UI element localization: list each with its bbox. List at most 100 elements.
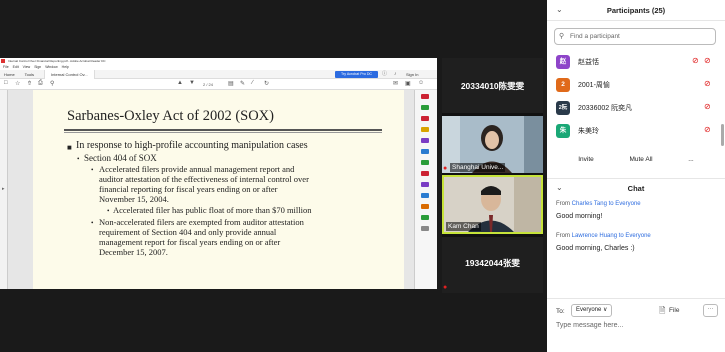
recipient-name[interactable]: Everyone (615, 201, 640, 207)
bullet-level3b-line3: management report for fiscal years endin… (99, 237, 281, 247)
to-label: To: (556, 308, 565, 315)
bullet-level4-text: Accelerated filer has public float of mo… (113, 205, 312, 215)
bullet-l3a: • (91, 166, 94, 174)
user-icon[interactable]: ☺ (418, 80, 424, 86)
page-indicator[interactable]: 2 / 24 (203, 82, 213, 87)
create-icon[interactable]: □ (4, 80, 8, 86)
chat-more-button[interactable]: ··· (703, 304, 718, 317)
recipient-name[interactable]: Everyone (625, 233, 650, 239)
tab-tools[interactable]: Tools (25, 70, 34, 79)
expand-panel-icon[interactable]: ▸ (2, 186, 5, 192)
participants-title: Participants (25) (606, 6, 666, 15)
muted-mic-icon: ⊘ (704, 56, 711, 65)
video-off-icon: ⊘ (692, 56, 699, 65)
pdf-left-rail[interactable]: ▸ (0, 90, 8, 289)
combine-icon[interactable] (421, 138, 429, 143)
help-icon[interactable]: ⓘ (382, 70, 387, 79)
muted-mic-icon: ● (443, 284, 448, 291)
title-underline-thin (64, 132, 382, 133)
to-word: to (618, 233, 624, 239)
fill-sign-icon[interactable] (421, 182, 429, 187)
create-pdf-icon[interactable] (421, 116, 429, 121)
slide-title: Sarbanes-Oxley Act of 2002 (SOX) (67, 108, 274, 124)
tab-home[interactable]: Home (4, 70, 15, 79)
video-tile-1[interactable]: 20334010陈雯雯 (442, 58, 543, 113)
bell-icon[interactable]: ♪ (394, 70, 397, 79)
bullet-l4: • (107, 207, 110, 215)
title-underline (64, 129, 382, 131)
search-icon: ⚲ (559, 33, 565, 40)
avatar: 朱 (556, 124, 570, 138)
bullet-level2-text: Section 404 of SOX (84, 153, 157, 163)
bullet-level3a-line1: Accelerated filers provide annual manage… (99, 164, 295, 174)
more-options-button[interactable]: ... (681, 152, 701, 167)
bookmark-star-icon[interactable]: ☆ (15, 80, 20, 87)
zoom-meeting-screen: Internal Control Over Financial Reportin… (0, 0, 725, 352)
try-pro-button[interactable]: Try Acrobat Pro DC (335, 71, 378, 78)
participant-row[interactable]: 2阮 20336002 阮奕凡 ⊘ (547, 100, 717, 118)
edit-pdf-icon[interactable] (421, 105, 429, 110)
share-icon[interactable]: ✉ (393, 80, 398, 87)
export-pdf-icon[interactable] (421, 94, 429, 99)
pen-icon[interactable]: ✎ (240, 80, 245, 87)
stamp-icon[interactable] (421, 204, 429, 209)
organize-icon[interactable] (421, 149, 429, 154)
video-strip: 20334010陈雯雯 ● Shanghai Unive... Kam Chan… (442, 58, 543, 293)
participant-search-input[interactable]: ⚲ Find a participant (554, 28, 716, 45)
lock-icon[interactable]: ▣ (405, 80, 411, 87)
bullet-level3a-line4: November 15, 2004. (99, 194, 169, 204)
to-word: to (608, 201, 614, 207)
sender-name[interactable]: Charles Tang (572, 201, 607, 207)
comment-icon[interactable]: ▤ (228, 80, 234, 87)
bullet-l3b: • (91, 219, 94, 227)
page-up-icon[interactable]: ▲ (177, 80, 183, 86)
protect-icon[interactable] (421, 171, 429, 176)
file-button[interactable]: File (669, 307, 679, 314)
highlight-icon[interactable]: ∕ (252, 80, 253, 86)
rotate-icon[interactable]: ↻ (264, 80, 269, 87)
participant-row[interactable]: 2 2001-周愉 ⊘ (547, 77, 717, 95)
bullet-level3b-line4: December 15, 2007. (99, 247, 168, 257)
video-tile-3-active-speaker[interactable]: Kam Chan (442, 175, 543, 234)
from-word: From (556, 233, 570, 239)
chat-message-input[interactable]: Type message here... (556, 322, 623, 329)
participant-row[interactable]: 赵 赵益恬 ⊘ ⊘ (547, 54, 717, 72)
recipient-select[interactable]: Everyone ∨ (571, 304, 613, 317)
chat-sender-line: From Charles Tang to Everyone (556, 201, 641, 207)
pdf-title-bar: Internal Control Over Financial Reportin… (0, 58, 437, 64)
chat-sender-line: From Lawrence Huang to Everyone (556, 233, 651, 239)
zoom-search-icon[interactable]: ⚲ (50, 80, 54, 87)
participant-row[interactable]: 朱 朱美玲 ⊘ (547, 123, 717, 141)
send-icon[interactable] (421, 193, 429, 198)
video-tile-2[interactable]: ● Shanghai Unive... (442, 116, 543, 173)
from-word: From (556, 201, 570, 207)
print-icon[interactable]: ⎙ (38, 80, 43, 87)
avatar: 2 (556, 78, 570, 92)
pdf-document-area: ▸ Sarbanes-Oxley Act of 2002 (SOX) ■ In … (0, 90, 437, 289)
tab-document[interactable]: Internal Control Ov... (44, 69, 95, 79)
participants-header: ⌄ Participants (25) (547, 0, 725, 21)
video-label-tile3: Kam Chan (446, 222, 481, 231)
video-tile-4[interactable]: 19342044张雯 ● (442, 237, 543, 293)
file-icon[interactable]: 🗎 (659, 305, 665, 319)
measure-icon[interactable] (421, 215, 429, 220)
participants-scrollbar[interactable] (721, 124, 724, 146)
comment-tool-icon[interactable] (421, 127, 429, 132)
invite-button[interactable]: Invite (571, 152, 601, 167)
video-label-tile2: Shanghai Unive... (450, 163, 506, 172)
upload-icon[interactable]: ⇮ (27, 80, 32, 87)
chat-input-divider (547, 298, 725, 299)
more-tools-icon[interactable] (421, 226, 429, 231)
muted-mic-icon: ⊘ (704, 79, 711, 88)
pdf-tools-pane (414, 90, 437, 289)
scan-icon[interactable] (421, 160, 429, 165)
muted-mic-icon: ● (443, 165, 448, 172)
sign-in-link[interactable]: Sign In (406, 70, 418, 79)
participant-name: 朱美玲 (578, 128, 599, 135)
sender-name[interactable]: Lawrence Huang (572, 233, 617, 239)
participant-name-tile1: 20334010陈雯雯 (460, 81, 525, 91)
mute-all-button[interactable]: Mute All (622, 152, 660, 167)
bullet-level3a-line3: financial reporting for fiscal years end… (99, 184, 278, 194)
search-placeholder: Find a participant (570, 33, 620, 40)
page-down-icon[interactable]: ▼ (189, 80, 195, 86)
